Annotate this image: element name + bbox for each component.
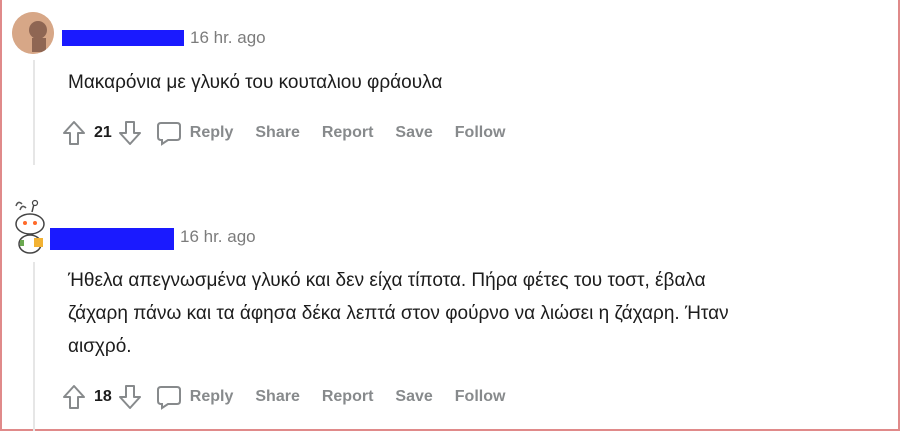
follow-button[interactable]: Follow — [455, 124, 506, 142]
comment-timestamp[interactable]: 16 hr. ago — [180, 227, 256, 247]
share-button[interactable]: Share — [255, 388, 299, 406]
reply-label: Reply — [189, 124, 234, 141]
comment-body: Μακαρόνια με γλυκό του κουταλιου φράουλα — [68, 66, 442, 99]
comment-text-line: Μακαρόνια με γλυκό του κουταλιου φράουλα — [68, 72, 443, 93]
comment-text-line: ζάχαρη πάνω και τα άφησα δέκα λεπτά στον… — [68, 303, 729, 324]
upvote-icon[interactable] — [62, 120, 86, 146]
reply-button[interactable]: Reply — [156, 384, 234, 410]
report-button[interactable]: Report — [322, 388, 374, 406]
user-avatar-icon — [12, 12, 54, 54]
comment-timestamp[interactable]: 16 hr. ago — [190, 28, 266, 48]
comment-text-line: Ήθελα απεγνωσμένα γλυκό και δεν είχα τίπ… — [68, 270, 706, 291]
save-button[interactable]: Save — [395, 124, 432, 142]
avatar[interactable] — [12, 12, 54, 54]
thread-line[interactable] — [33, 262, 35, 431]
report-button[interactable]: Report — [322, 124, 374, 142]
screenshot-frame — [0, 0, 900, 431]
comment-bubble-icon — [156, 122, 181, 146]
avatar[interactable] — [8, 196, 56, 254]
reply-label: Reply — [189, 388, 234, 405]
save-button[interactable]: Save — [395, 388, 432, 406]
share-button[interactable]: Share — [255, 124, 299, 142]
vote-count: 21 — [94, 124, 112, 141]
upvote-icon[interactable] — [62, 384, 86, 410]
reply-button[interactable]: Reply — [156, 120, 234, 146]
downvote-icon[interactable] — [118, 120, 142, 146]
redacted-username — [62, 30, 184, 46]
comment-text-line: αισχρό. — [68, 336, 132, 357]
follow-button[interactable]: Follow — [455, 388, 506, 406]
vote-count: 18 — [94, 388, 112, 405]
comment-bubble-icon — [156, 386, 181, 410]
comment-body: Ήθελα απεγνωσμένα γλυκό και δεν είχα τίπ… — [68, 264, 729, 363]
comment-action-bar: 21 Reply Share Report Save Follow — [62, 116, 527, 150]
snoo-avatar-icon — [15, 199, 45, 254]
thread-line[interactable] — [33, 60, 35, 165]
redacted-username — [50, 228, 174, 250]
downvote-icon[interactable] — [118, 384, 142, 410]
comment-action-bar: 18 Reply Share Report Save Follow — [62, 380, 527, 414]
